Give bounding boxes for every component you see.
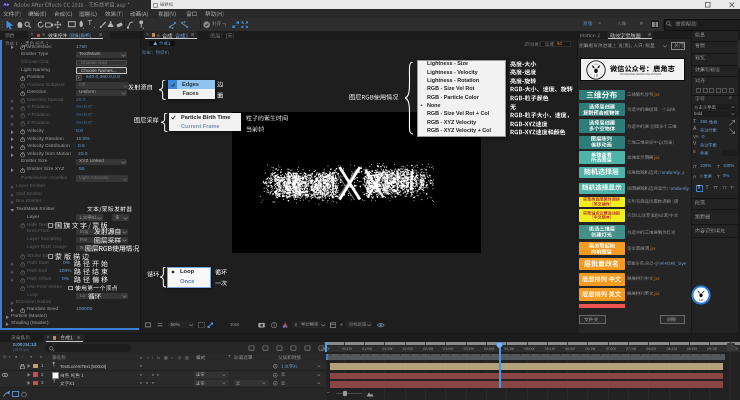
svg-text:AA: AA (594, 62, 598, 65)
svg-text:LJZ: LJZ (698, 299, 703, 302)
svg-text:LJZ: LJZ (594, 74, 599, 77)
